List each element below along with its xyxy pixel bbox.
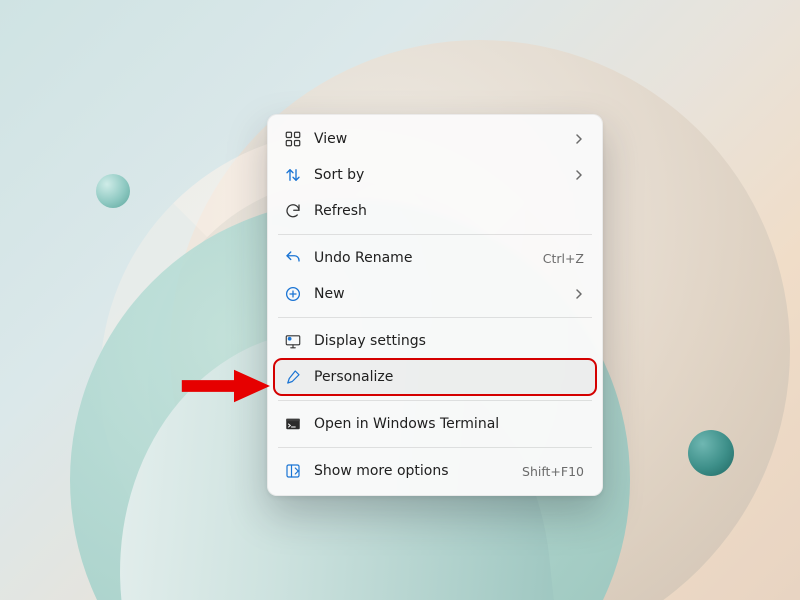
paintbrush-icon	[284, 368, 302, 386]
refresh-icon	[284, 202, 302, 220]
menu-item-view[interactable]: View	[274, 121, 596, 157]
grid-icon	[284, 130, 302, 148]
plus-circle-icon	[284, 285, 302, 303]
sort-icon	[284, 166, 302, 184]
menu-item-undo-rename[interactable]: Undo Rename Ctrl+Z	[274, 240, 596, 276]
menu-item-label: View	[314, 131, 560, 147]
chevron-right-icon	[572, 132, 586, 146]
menu-item-label: New	[314, 286, 560, 302]
menu-separator	[278, 447, 592, 448]
more-options-icon	[284, 462, 302, 480]
display-settings-icon	[284, 332, 302, 350]
menu-separator	[278, 400, 592, 401]
chevron-right-icon	[572, 287, 586, 301]
menu-item-personalize[interactable]: Personalize	[274, 359, 596, 395]
menu-item-label: Personalize	[314, 369, 586, 385]
menu-item-sort-by[interactable]: Sort by	[274, 157, 596, 193]
chevron-right-icon	[572, 168, 586, 182]
menu-item-label: Undo Rename	[314, 250, 531, 266]
menu-item-label: Sort by	[314, 167, 560, 183]
menu-item-label: Show more options	[314, 463, 510, 479]
menu-item-open-terminal[interactable]: Open in Windows Terminal	[274, 406, 596, 442]
desktop-context-menu: View Sort by Refresh	[267, 114, 603, 496]
menu-item-label: Refresh	[314, 203, 586, 219]
menu-item-show-more-options[interactable]: Show more options Shift+F10	[274, 453, 596, 489]
menu-item-display-settings[interactable]: Display settings	[274, 323, 596, 359]
menu-item-accelerator: Shift+F10	[522, 464, 584, 479]
menu-separator	[278, 317, 592, 318]
menu-item-label: Open in Windows Terminal	[314, 416, 586, 432]
terminal-icon	[284, 415, 302, 433]
menu-item-refresh[interactable]: Refresh	[274, 193, 596, 229]
undo-icon	[284, 249, 302, 267]
menu-item-new[interactable]: New	[274, 276, 596, 312]
menu-separator	[278, 234, 592, 235]
menu-item-label: Display settings	[314, 333, 586, 349]
menu-item-accelerator: Ctrl+Z	[543, 251, 584, 266]
